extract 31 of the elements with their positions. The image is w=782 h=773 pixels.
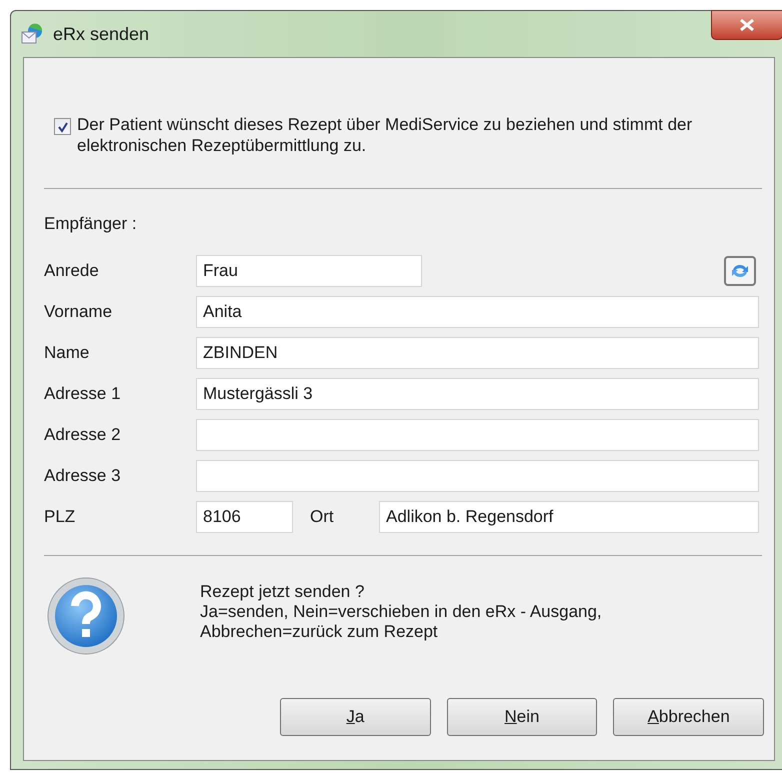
envelope-globe-icon <box>21 23 43 45</box>
field-label: Adresse 1 <box>44 382 122 405</box>
window-title: eRx senden <box>53 22 150 46</box>
dialog-button[interactable]: Abbrechen <box>613 698 764 736</box>
consent-label: Der Patient wünscht dieses Rezept über MediService zu beziehen und stimmt der elektronischen Rezeptübermittlung zu. <box>77 114 694 156</box>
close-icon <box>738 18 756 32</box>
field-label: Adresse 2 <box>44 424 122 446</box>
text-field[interactable]: ZBINDEN <box>196 336 759 368</box>
dialog-button[interactable]: Ja <box>280 698 431 736</box>
message-text: Rezept jetzt senden ? <box>200 582 366 602</box>
refresh-button[interactable] <box>724 256 756 286</box>
field-label: Vorname <box>44 300 114 323</box>
text-field[interactable] <box>196 460 759 492</box>
question-icon <box>46 576 126 656</box>
text-field[interactable]: Frau <box>196 254 422 286</box>
close-button[interactable] <box>711 10 782 40</box>
section-heading: Empfänger : <box>44 213 137 235</box>
text-field[interactable]: Mustergässli 3 <box>196 378 759 410</box>
message-text: Abbrechen=zurück zum Rezept <box>200 622 439 642</box>
message-text: Ja=senden, Nein=verschieben in den eRx - Ausgang, <box>200 602 602 622</box>
field-label: Adresse 3 <box>44 464 122 487</box>
text-field[interactable]: 8106 <box>196 500 293 532</box>
text-field[interactable]: Anita <box>196 296 759 328</box>
dialog-button[interactable]: Nein <box>446 698 598 736</box>
field-label: Name <box>44 342 90 364</box>
checkbox[interactable] <box>54 118 71 135</box>
text-field[interactable]: Adlikon b. Regensdorf <box>379 500 759 532</box>
text-field[interactable] <box>196 418 759 450</box>
field-label: PLZ <box>44 506 76 528</box>
field-label: Ort <box>310 506 335 528</box>
field-label: Anrede <box>44 260 100 282</box>
